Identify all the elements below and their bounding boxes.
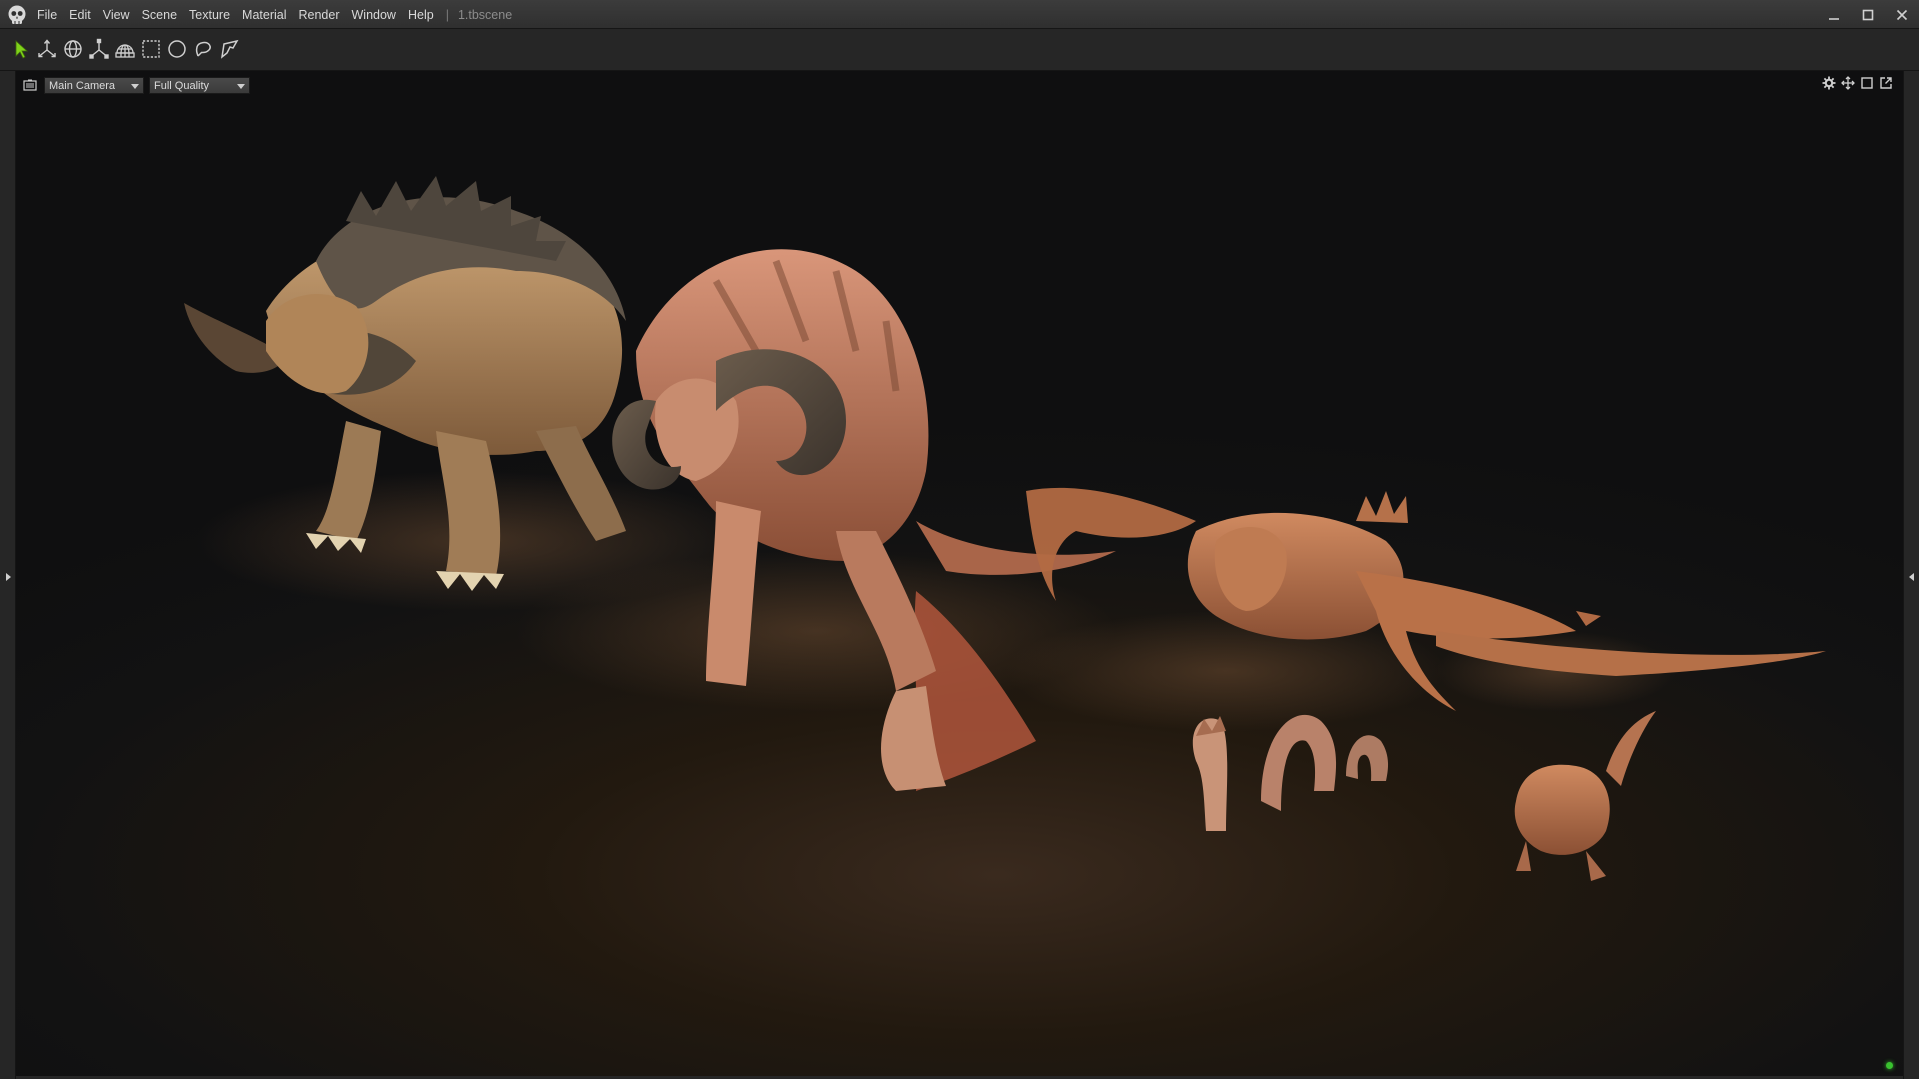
globe-mesh-icon[interactable] [111, 35, 139, 63]
menu-render[interactable]: Render [299, 8, 340, 22]
right-panel-strip [1903, 71, 1919, 1079]
camera-select-value: Main Camera [49, 79, 116, 92]
camera-select[interactable]: Main Camera [44, 76, 144, 94]
menu-edit[interactable]: Edit [69, 8, 91, 22]
arrow-cursor-icon[interactable] [7, 35, 35, 63]
move-axes-icon[interactable] [33, 35, 61, 63]
rectangle-marquee-icon[interactable] [137, 35, 165, 63]
move-view-icon[interactable] [1839, 74, 1857, 92]
rendered-scene [184, 176, 1826, 881]
frame-icon[interactable] [1858, 74, 1876, 92]
quality-select[interactable]: Full Quality [149, 76, 250, 94]
chevron-down-icon [131, 83, 139, 89]
title-bar: File Edit View Scene Texture Material Re… [0, 0, 1919, 29]
scale-axes-icon[interactable] [85, 35, 113, 63]
viewport-controls: Main Camera Full Quality [22, 75, 255, 95]
creature-small-raptor [1514, 711, 1656, 881]
viewport-right-controls [1819, 74, 1895, 92]
title-separator: | [445, 7, 449, 22]
chevron-down-icon [237, 83, 245, 89]
left-panel-strip [0, 71, 16, 1079]
menu-help[interactable]: Help [408, 8, 434, 22]
tool-bar [0, 29, 1919, 71]
menu-window[interactable]: Window [352, 8, 396, 22]
menu-material[interactable]: Material [242, 8, 286, 22]
lasso-icon[interactable] [189, 35, 217, 63]
3d-viewport[interactable]: Main Camera Full Quality [16, 71, 1903, 1076]
menu-scene[interactable]: Scene [142, 8, 177, 22]
quality-select-value: Full Quality [154, 79, 210, 92]
minimize-icon[interactable] [1817, 0, 1851, 29]
render-status-indicator [1886, 1062, 1893, 1069]
polygon-lasso-icon[interactable] [215, 35, 243, 63]
expand-left-icon[interactable] [0, 567, 16, 587]
menu-view[interactable]: View [103, 8, 130, 22]
maximize-icon[interactable] [1851, 0, 1885, 29]
menu-texture[interactable]: Texture [189, 8, 230, 22]
creature-sand-worm [1192, 714, 1389, 831]
popout-icon[interactable] [1877, 74, 1895, 92]
document-title: 1.tbscene [457, 7, 513, 22]
window-controls [1817, 0, 1919, 29]
menu-bar: File Edit View Scene Texture Material Re… [37, 0, 512, 29]
camera-icon[interactable] [22, 77, 38, 93]
ellipse-marquee-icon[interactable] [163, 35, 191, 63]
app-window: File Edit View Scene Texture Material Re… [0, 0, 1919, 1079]
menu-file[interactable]: File [37, 8, 57, 22]
skull-logo-icon[interactable] [6, 4, 28, 26]
expand-right-icon[interactable] [1904, 567, 1919, 587]
gear-icon[interactable] [1820, 74, 1838, 92]
rotate-sphere-icon[interactable] [59, 35, 87, 63]
close-icon[interactable] [1885, 0, 1919, 29]
